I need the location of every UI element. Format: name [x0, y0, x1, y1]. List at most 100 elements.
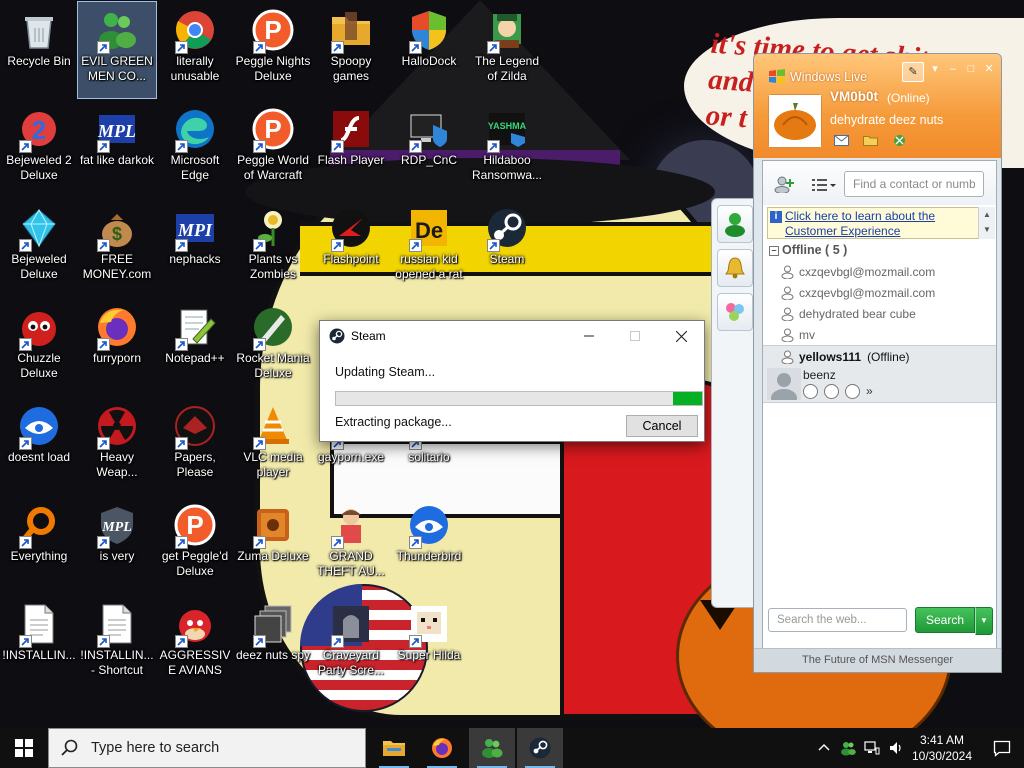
desktop-shortcut[interactable]: YASHMA Hildaboo Ransomwa...	[468, 101, 546, 197]
desktop-shortcut[interactable]: De russian kid opened a rat	[390, 200, 468, 296]
selected-contact[interactable]: yellows111 (Offline) beenz »	[763, 345, 996, 403]
user-avatar[interactable]	[768, 94, 822, 148]
desktop-shortcut[interactable]: furryporn	[78, 299, 156, 395]
desktop-shortcut[interactable]: !INSTALLIN... - Shortcut	[78, 596, 156, 692]
search-options-dropdown[interactable]: ▼	[975, 607, 993, 635]
desktop-shortcut[interactable]: HalloDock	[390, 2, 468, 98]
view-options-icon[interactable]	[811, 177, 837, 193]
cancel-button[interactable]: Cancel	[626, 415, 698, 437]
desktop-shortcut[interactable]: Plants vs Zombies	[234, 200, 312, 296]
pin-button[interactable]: ✎	[902, 62, 924, 82]
taskbar-search-box[interactable]: Type here to search	[48, 728, 366, 768]
customer-experience-link[interactable]: Click here to learn about the Customer E…	[785, 209, 975, 239]
close-button[interactable]	[658, 321, 704, 351]
desktop-shortcut[interactable]: GRAND THEFT AU...	[312, 497, 390, 593]
messenger-username[interactable]: VM0b0t	[830, 89, 878, 104]
folder-icon[interactable]	[863, 134, 878, 147]
desktop-shortcut[interactable]: Heavy Weap...	[78, 398, 156, 494]
desktop-shortcut[interactable]: literally unusable	[156, 2, 234, 98]
desktop-shortcut[interactable]: Steam	[468, 200, 546, 296]
desktop-shortcut[interactable]: Super Hilda	[390, 596, 468, 692]
contact-search-input[interactable]	[844, 171, 984, 197]
desktop-shortcut[interactable]: MPL is very	[78, 497, 156, 593]
offline-buddy-icon	[781, 350, 794, 364]
desktop-shortcut[interactable]: 2 Bejeweled 2 Deluxe	[0, 101, 78, 197]
offline-buddy-icon	[781, 265, 794, 279]
desktop-shortcut[interactable]: P Peggle Nights Deluxe	[234, 2, 312, 98]
personal-message[interactable]: dehydrate deez nuts	[830, 113, 943, 127]
desktop-shortcut[interactable]: Spoopy games	[312, 2, 390, 98]
desktop-shortcut[interactable]: AGGRESSIVE AVIANS	[156, 596, 234, 692]
offline-group-header[interactable]: – Offline ( 5 )	[769, 243, 847, 257]
shortcut-arrow-icon	[409, 239, 422, 252]
taskbar-clock[interactable]: 3:41 AM 10/30/2024	[904, 732, 980, 764]
desktop-shortcut[interactable]: VLC media player	[234, 398, 312, 494]
desktop-shortcut[interactable]: Everything	[0, 497, 78, 593]
side-tab-spaces[interactable]	[717, 293, 753, 331]
steam-dialog-titlebar[interactable]: Steam	[320, 321, 704, 351]
contact-list: cxzqevbgl@mozmail.com cxzqevbgl@mozmail.c…	[763, 261, 996, 345]
desktop-shortcut[interactable]: Notepad++	[156, 299, 234, 395]
contact-list-item[interactable]: dehydrated bear cube	[763, 303, 996, 324]
minimize-button[interactable]	[566, 321, 612, 351]
shortcut-arrow-icon	[97, 635, 110, 648]
gem-icon	[17, 206, 61, 252]
collapse-icon[interactable]: –	[769, 246, 779, 256]
shortcut-arrow-icon	[253, 41, 266, 54]
tray-network[interactable]	[860, 728, 884, 768]
menu-dropdown-button[interactable]: ▾	[928, 62, 942, 76]
desktop-shortcut[interactable]: deez nuts spy	[234, 596, 312, 692]
xbox-icon[interactable]	[892, 134, 907, 147]
side-tab-alerts[interactable]	[717, 249, 753, 287]
notice-scrollbar[interactable]: ▲ ▼	[978, 207, 995, 239]
web-search-input[interactable]	[768, 608, 907, 632]
desktop-shortcut[interactable]: Pget Peggle'd Deluxe	[156, 497, 234, 593]
side-tab-contacts[interactable]	[717, 205, 753, 243]
taskbar-messenger[interactable]	[469, 728, 515, 768]
desktop-shortcut[interactable]: Thunderbird	[390, 497, 468, 593]
mail-icon[interactable]	[834, 134, 849, 147]
messenger-user-status[interactable]: (Online)	[887, 91, 930, 105]
email-icon[interactable]	[824, 384, 839, 399]
close-button[interactable]: ✕	[982, 62, 996, 76]
add-contact-icon[interactable]	[773, 175, 795, 193]
desktop-shortcut[interactable]: The Legend of Zilda	[468, 2, 546, 98]
desktop-shortcut[interactable]: Bejeweled Deluxe	[0, 200, 78, 296]
show-hidden-icons-button[interactable]	[812, 728, 836, 768]
desktop-shortcut[interactable]: Recycle Bin	[0, 2, 78, 98]
desktop-shortcut[interactable]: Flashpoint	[312, 200, 390, 296]
desktop-shortcut-label: Steam	[489, 252, 525, 266]
desktop-shortcut[interactable]: P Peggle World of Warcraft	[234, 101, 312, 197]
desktop-shortcut[interactable]: Graveyard Party Scre...	[312, 596, 390, 692]
taskbar-firefox[interactable]	[419, 728, 465, 768]
tray-messenger[interactable]	[836, 728, 860, 768]
taskbar-file-explorer[interactable]	[371, 728, 417, 768]
more-actions-button[interactable]: »	[866, 385, 873, 398]
contact-list-item[interactable]: cxzqevbgl@mozmail.com	[763, 282, 996, 303]
minimize-button[interactable]: –	[946, 62, 960, 76]
desktop-shortcut[interactable]: doesnt load	[0, 398, 78, 494]
scroll-down-icon[interactable]: ▼	[979, 222, 995, 237]
desktop-shortcut[interactable]: Zuma Deluxe	[234, 497, 312, 593]
desktop-shortcut[interactable]: MPL fat like darkok	[78, 101, 156, 197]
contact-list-item[interactable]: cxzqevbgl@mozmail.com	[763, 261, 996, 282]
taskbar-steam[interactable]	[517, 728, 563, 768]
desktop-shortcut[interactable]: MPI nephacks	[156, 200, 234, 296]
desktop-shortcut[interactable]: EVIL GREEN MEN CO...	[77, 1, 157, 99]
desktop-shortcut[interactable]: $ FREE MONEY.com	[78, 200, 156, 296]
desktop-shortcut[interactable]: Microsoft Edge	[156, 101, 234, 197]
desktop-shortcut[interactable]: Chuzzle Deluxe	[0, 299, 78, 395]
desktop-shortcut[interactable]: Rocket Mania Deluxe	[234, 299, 312, 395]
desktop-shortcut[interactable]: Papers, Please	[156, 398, 234, 494]
desktop-shortcut[interactable]: !INSTALLIN...	[0, 596, 78, 692]
maximize-button[interactable]: □	[964, 62, 978, 76]
desktop-shortcut[interactable]: RDP_CnC	[390, 101, 468, 197]
start-button[interactable]	[0, 728, 48, 768]
profile-icon[interactable]	[803, 384, 818, 399]
web-search-button[interactable]: Search	[915, 607, 975, 633]
action-center-button[interactable]	[980, 728, 1024, 768]
share-icon[interactable]	[845, 384, 860, 399]
desktop-shortcut[interactable]: Flash Player	[312, 101, 390, 197]
scroll-up-icon[interactable]: ▲	[979, 207, 995, 222]
contact-list-item[interactable]: mv	[763, 324, 996, 345]
